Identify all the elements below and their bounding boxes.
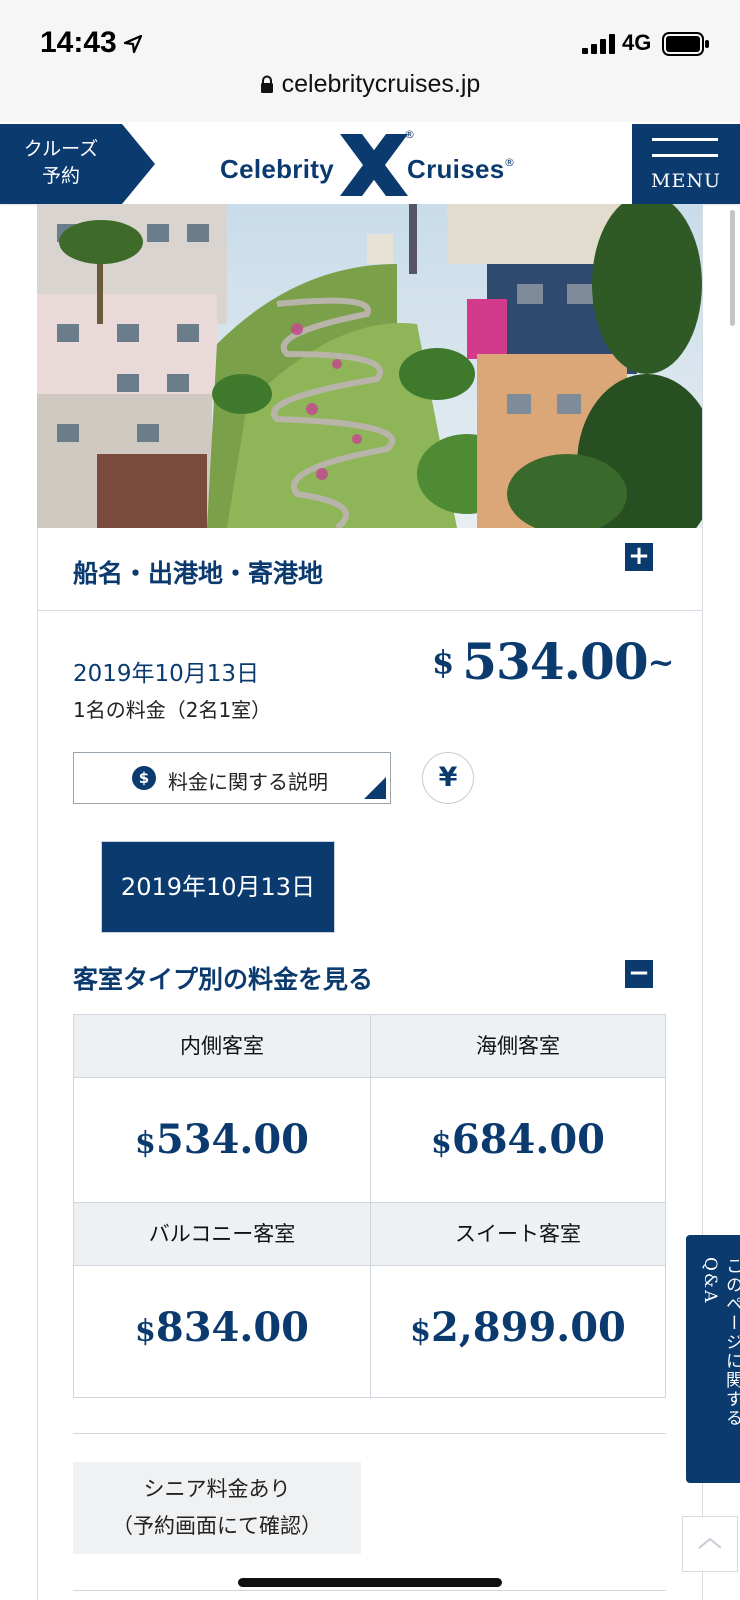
price-suite-value: 2,899.00 [431, 1304, 626, 1351]
logo-registered-mark: ® [404, 128, 415, 141]
room-type-oceanview: 海側客室 [371, 1015, 665, 1078]
battery-icon [662, 32, 709, 56]
room-type-inside: 内側客室 [74, 1015, 370, 1078]
starting-price: $534.00~ [432, 632, 674, 691]
fee-info-label: 料金に関する説明 [168, 770, 328, 794]
price-amount: 534.00 [462, 632, 648, 691]
menu-label: MENU [651, 170, 721, 192]
room-price-table: 内側客室 海側客室 $534.00 $684.00 バルコニー客室 スイート客室… [73, 1014, 666, 1398]
room-type-suite: スイート客室 [371, 1203, 665, 1266]
address-bar[interactable]: celebritycruises.jp [0, 70, 740, 99]
ship-ports-title: 船名・出港地・寄港地 [73, 559, 324, 588]
per-person-note: 1名の料金（2名1室） [73, 698, 272, 722]
celebrity-cruises-logo[interactable]: Celebrity Cruises ® ® [220, 128, 520, 198]
fee-info-dropdown[interactable]: $ 料金に関する説明 [73, 752, 391, 804]
cruise-booking-label: クルーズ 予約 [0, 136, 122, 190]
url-text: celebritycruises.jp [281, 70, 481, 98]
home-indicator[interactable] [238, 1578, 502, 1587]
price-oceanview[interactable]: $684.00 [371, 1078, 665, 1203]
ship-ports-accordion[interactable]: 船名・出港地・寄港地 + [37, 528, 702, 611]
section-divider-bottom [73, 1590, 666, 1591]
status-bar: 14:43 4G celebritycruises.jp [0, 0, 740, 122]
hamburger-icon-line [652, 154, 718, 157]
chevron-up-icon [698, 1537, 722, 1549]
section-divider [73, 1433, 666, 1434]
price-oceanview-currency: $ [431, 1126, 452, 1161]
room-type-balcony: バルコニー客室 [74, 1203, 370, 1266]
cruise-booking-button[interactable]: クルーズ 予約 [0, 124, 155, 204]
expand-plus-icon[interactable]: + [625, 543, 653, 571]
site-header: クルーズ 予約 Celebrity Cruises ® ® MENU [0, 124, 740, 204]
logo-text-celebrity: Celebrity [220, 154, 334, 184]
room-type-section-title[interactable]: 客室タイプ別の料金を見る [73, 960, 373, 996]
senior-fare-line2: （予約画面にて確認） [112, 1514, 322, 1538]
logo-registered-mark-2: ® [504, 156, 515, 169]
price-oceanview-value: 684.00 [451, 1116, 605, 1163]
price-currency: $ [432, 643, 455, 681]
page-qa-label: このページに関するQ&A [700, 1257, 740, 1428]
price-suffix: ~ [647, 643, 675, 681]
price-inside-value: 534.00 [155, 1116, 309, 1163]
yen-currency-toggle[interactable]: ¥ [422, 752, 474, 804]
dollar-circle-icon: $ [132, 766, 156, 790]
price-inside[interactable]: $534.00 [74, 1078, 370, 1203]
scrollbar[interactable] [730, 210, 735, 326]
lock-icon [260, 75, 273, 93]
price-balcony-currency: $ [135, 1314, 156, 1349]
location-arrow-icon [123, 34, 143, 54]
menu-button[interactable]: MENU [632, 124, 740, 204]
price-suite-currency: $ [410, 1314, 432, 1349]
hero-image [37, 204, 702, 528]
logo-x-mark-icon [340, 134, 408, 196]
price-balcony[interactable]: $834.00 [74, 1266, 370, 1390]
booking-label-line2: 予約 [41, 165, 80, 187]
price-inside-currency: $ [135, 1126, 156, 1161]
dropdown-corner-icon [364, 777, 386, 799]
hamburger-icon [652, 138, 718, 141]
senior-fare-line1: シニア料金あり [143, 1477, 291, 1501]
network-type: 4G [622, 30, 652, 55]
senior-fare-badge: シニア料金あり （予約画面にて確認） [73, 1462, 361, 1554]
price-suite[interactable]: $2,899.00 [371, 1266, 665, 1390]
price-balcony-value: 834.00 [155, 1304, 309, 1351]
signal-bars-icon [582, 34, 615, 54]
booking-label-line1: クルーズ [23, 138, 99, 160]
back-to-top-button[interactable] [682, 1516, 738, 1572]
status-time: 14:43 [40, 26, 117, 59]
logo-text-cruises: Cruises [407, 154, 505, 184]
departure-date: 2019年10月13日 [73, 661, 260, 687]
page-qa-tab[interactable]: このページに関するQ&A [686, 1235, 740, 1483]
collapse-minus-icon[interactable]: − [625, 960, 653, 988]
lombard-street-photo [37, 204, 702, 528]
date-tab-selected[interactable]: 2019年10月13日 [102, 842, 334, 932]
